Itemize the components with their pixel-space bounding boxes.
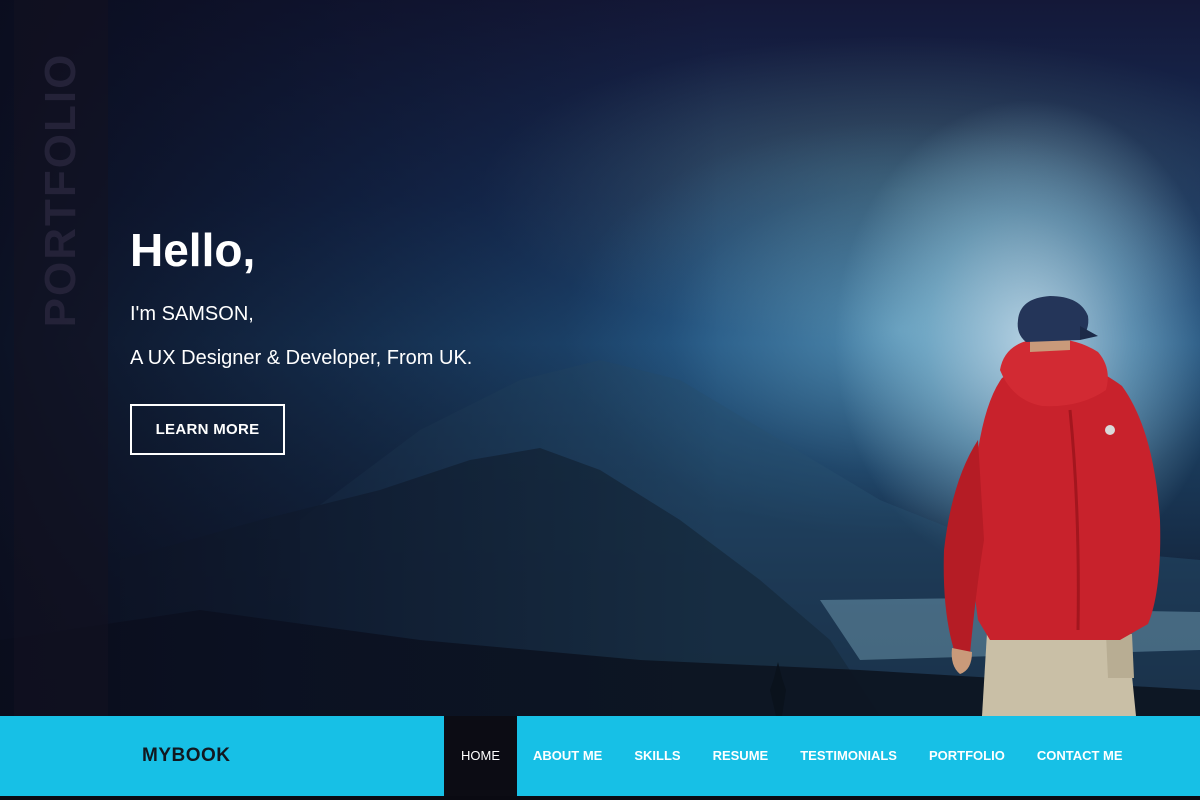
nav-item-testimonials[interactable]: TESTIMONIALS — [784, 716, 913, 796]
nav-item-resume[interactable]: RESUME — [697, 716, 785, 796]
nav-item-skills[interactable]: SKILLS — [618, 716, 696, 796]
person-illustration — [943, 296, 1161, 716]
nav-item-home[interactable]: HOME — [444, 716, 517, 796]
nav-menu: HOME ABOUT ME SKILLS RESUME TESTIMONIALS… — [444, 716, 1139, 796]
brand-logo[interactable]: MYBOOK — [142, 716, 231, 796]
hero-section: PORTFOLIO Hello, I'm SAMSON, A UX Design… — [0, 0, 1200, 716]
hero-heading: Hello, — [130, 224, 256, 276]
hero-intro: I'm SAMSON, — [130, 303, 254, 325]
hero-content: Hello, I'm SAMSON, A UX Designer & Devel… — [130, 222, 472, 455]
main-navbar: MYBOOK HOME ABOUT ME SKILLS RESUME TESTI… — [0, 716, 1200, 796]
nav-item-about-me[interactable]: ABOUT ME — [517, 716, 618, 796]
side-label: PORTFOLIO — [36, 52, 85, 328]
nav-item-contact-me[interactable]: CONTACT ME — [1021, 716, 1139, 796]
nav-item-portfolio[interactable]: PORTFOLIO — [913, 716, 1021, 796]
bottom-edge — [0, 796, 1200, 800]
learn-more-button[interactable]: LEARN MORE — [130, 404, 285, 455]
hero-role: A UX Designer & Developer, From UK. — [130, 347, 473, 369]
